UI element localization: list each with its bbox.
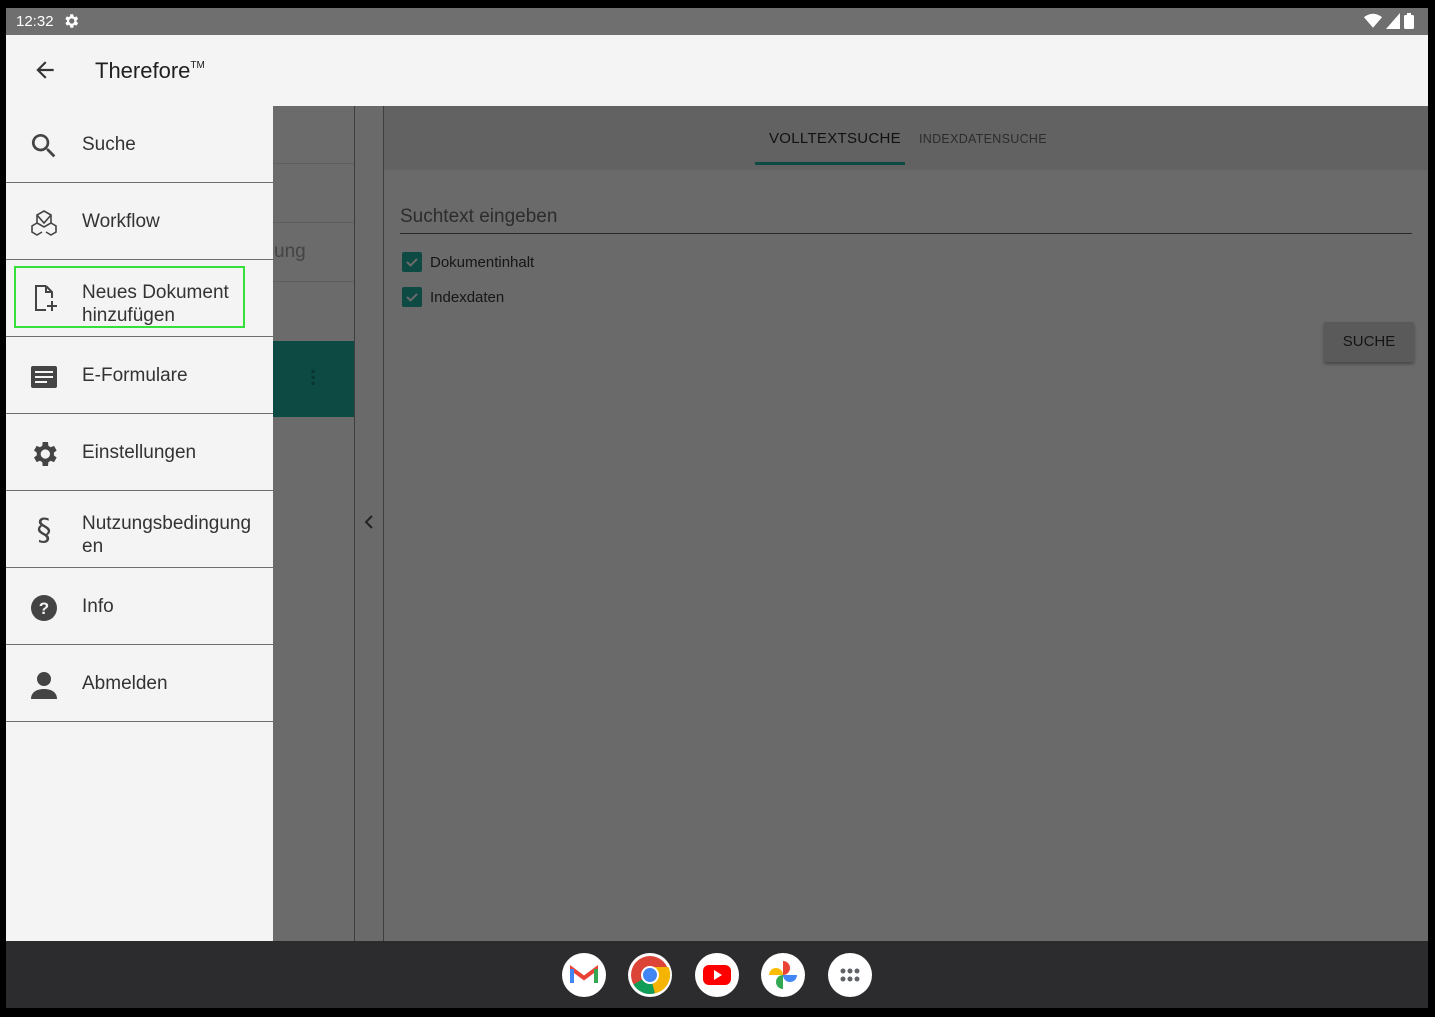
list-row: ung: [272, 223, 354, 282]
settings-icon: [28, 438, 60, 470]
form-icon: [28, 361, 60, 393]
tab-volltextsuche[interactable]: VOLLTEXTSUCHE: [769, 130, 901, 147]
checkbox-checked-icon[interactable]: [402, 287, 422, 307]
search-icon: [28, 130, 60, 162]
signal-icon: [1386, 13, 1400, 29]
drawer-item-label: Abmelden: [82, 673, 168, 694]
app-drawer-icon[interactable]: [828, 953, 872, 997]
list-row-text: ung: [274, 241, 306, 262]
battery-icon: [1404, 13, 1414, 29]
gear-icon: [62, 12, 80, 34]
status-time: 12:32: [16, 13, 54, 30]
svg-text:?: ?: [39, 599, 49, 618]
search-tabs: VOLLTEXTSUCHE INDEXDATENSUCHE: [384, 106, 1428, 170]
chevron-left-icon: [364, 515, 373, 529]
drawer-item-e-formulare[interactable]: E-Formulare: [6, 337, 273, 414]
drawer-item-label: Einstellungen: [82, 442, 197, 463]
gmail-icon[interactable]: [562, 953, 606, 997]
drawer-item-label: E-Formulare: [82, 365, 188, 386]
drawer-item-workflow[interactable]: Workflow: [6, 183, 273, 260]
checkbox-dokumentinhalt[interactable]: Dokumentinhalt: [402, 252, 534, 272]
selected-list-row: · · ·: [272, 341, 354, 417]
checkbox-label: Indexdaten: [430, 288, 505, 306]
person-icon: [28, 669, 60, 701]
navigation-drawer: Suche Workflow Neues Dokument hinzufügen…: [6, 106, 273, 941]
drawer-item-label-line1: Nutzungsbedingung: [82, 513, 252, 534]
back-arrow-icon[interactable]: [32, 57, 58, 83]
drawer-item-suche[interactable]: Suche: [6, 106, 273, 183]
wifi-icon: [1364, 13, 1382, 28]
drawer-item-info[interactable]: ? Info: [6, 568, 273, 645]
trademark-mark: TM: [190, 60, 205, 71]
screen: 12:32 ThereforeTM ung · · · VOLLTEXTSUCH…: [6, 8, 1428, 1008]
app-title-text: Therefore: [95, 58, 191, 83]
drawer-item-abmelden[interactable]: Abmelden: [6, 645, 273, 722]
search-pane: VOLLTEXTSUCHE INDEXDATENSUCHE Suchtext e…: [384, 106, 1428, 941]
checkbox-indexdaten[interactable]: Indexdaten: [402, 287, 504, 307]
more-vert-icon: · · ·: [310, 359, 318, 396]
collapse-pane-handle[interactable]: [355, 106, 383, 941]
drawer-item-label: Suche: [82, 134, 136, 155]
active-tab-indicator: [755, 162, 905, 165]
drawer-item-label: Workflow: [82, 211, 160, 232]
document-list-pane: ung · · ·: [272, 106, 354, 941]
system-icons: [1364, 13, 1414, 29]
taskbar: [6, 941, 1428, 1008]
photos-icon[interactable]: [761, 953, 805, 997]
checkbox-checked-icon[interactable]: [402, 252, 422, 272]
checkbox-label: Dokumentinhalt: [430, 253, 535, 271]
drawer-item-nutzungsbedingungen[interactable]: § Nutzungsbedingung en: [6, 491, 273, 568]
workflow-icon: [28, 207, 60, 239]
list-row: [272, 164, 354, 223]
drawer-item-label: Info: [82, 596, 114, 617]
paragraph-icon: §: [36, 513, 52, 548]
app-title: ThereforeTM: [95, 58, 205, 84]
search-input[interactable]: Suchtext eingeben: [400, 206, 1412, 234]
selection-highlight: [14, 266, 245, 328]
status-bar: 12:32: [6, 8, 1428, 35]
list-row: [272, 106, 354, 164]
youtube-icon[interactable]: [695, 953, 739, 997]
help-icon: ?: [28, 592, 60, 624]
drawer-item-label-line2: en: [82, 536, 104, 557]
chrome-icon[interactable]: [628, 953, 672, 997]
search-button[interactable]: SUCHE: [1324, 322, 1414, 362]
tab-indexdatensuche[interactable]: INDEXDATENSUCHE: [919, 132, 1047, 146]
app-bar: ThereforeTM: [6, 35, 1428, 106]
drawer-item-einstellungen[interactable]: Einstellungen: [6, 414, 273, 491]
